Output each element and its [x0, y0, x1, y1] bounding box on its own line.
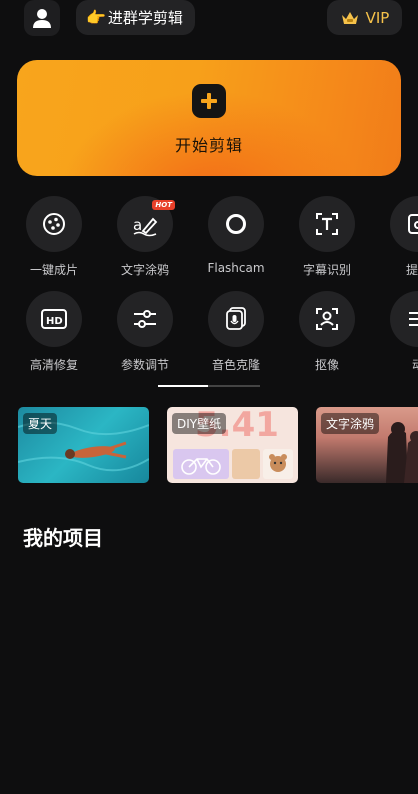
tool-voice-clone[interactable]: 音色克隆 [196, 291, 276, 373]
tool-label: Flashcam [207, 261, 265, 275]
tool-one-click-video[interactable]: 一键成片 [14, 196, 94, 278]
tool-parameter-adjust[interactable]: 参数调节 [105, 291, 185, 373]
banner-tag: 夏天 [23, 413, 58, 434]
sliders-icon [134, 310, 156, 328]
vip-button[interactable]: VIP [327, 0, 402, 35]
avatar[interactable] [24, 0, 60, 36]
tool-hd-restore[interactable]: HD 高清修复 [14, 291, 94, 373]
text-box-icon [316, 213, 338, 235]
tool-label: 抠像 [314, 358, 339, 372]
film-reel-icon [43, 213, 65, 235]
extract-icon [408, 214, 418, 234]
tool-subtitle-recognition[interactable]: 字幕识别 [287, 196, 367, 278]
tool-text-doodle[interactable]: a HOT 文字涂鸦 [105, 196, 185, 278]
wallpaper-bike-tile [173, 449, 229, 479]
banner-text-doodle[interactable]: 文字涂鸦 [316, 407, 418, 483]
text-brush-icon: a [133, 216, 158, 237]
crown-icon [341, 11, 358, 24]
tool-label: 动 [411, 358, 418, 372]
start-editing-card[interactable]: 开始剪辑 [17, 60, 401, 176]
tool-flashcam[interactable]: Flashcam [196, 196, 276, 275]
banner-diy-wallpaper[interactable]: 5.41 DIY壁纸 [167, 407, 298, 483]
user-icon [33, 9, 51, 28]
bicycle-icon [181, 458, 221, 475]
tool-animation[interactable]: 动 [378, 291, 418, 373]
circle-ring-icon [226, 214, 246, 234]
svg-text:HD: HD [46, 316, 63, 327]
voice-clone-icon [226, 307, 246, 330]
join-group-label: 进群学剪辑 [107, 9, 183, 27]
hot-badge: HOT [152, 200, 175, 210]
page-indicator [158, 385, 260, 387]
banner-summer[interactable]: 夏天 [18, 407, 149, 483]
top-bar: 👉 进群学剪辑 VIP [0, 0, 418, 40]
join-group-button[interactable]: 👉 进群学剪辑 [76, 0, 195, 35]
start-editing-label: 开始剪辑 [174, 136, 243, 155]
tool-label: 参数调节 [120, 358, 169, 372]
plus-icon [192, 84, 226, 118]
animation-icon [409, 312, 418, 326]
banner-tag: DIY壁纸 [172, 413, 227, 434]
tool-cutout[interactable]: 抠像 [287, 291, 367, 373]
tool-label: 文字涂鸦 [120, 263, 169, 277]
tool-extract[interactable]: 提取 [378, 196, 418, 278]
svg-text:a: a [133, 216, 142, 234]
pointing-hand-icon: 👉 [86, 8, 106, 27]
my-projects-title: 我的项目 [23, 526, 103, 550]
hd-icon: HD [41, 309, 67, 329]
tool-label: 提取 [405, 263, 418, 277]
banner-tag: 文字涂鸦 [321, 413, 380, 434]
tool-label: 高清修复 [29, 358, 78, 372]
page-indicator-active [158, 385, 208, 387]
tool-label: 音色克隆 [211, 358, 260, 372]
wallpaper-tile [232, 449, 260, 479]
bear-sticker [263, 449, 293, 479]
portrait-cutout-icon [316, 308, 338, 330]
tool-label: 字幕识别 [302, 263, 351, 277]
vip-label: VIP [365, 8, 390, 27]
tool-label: 一键成片 [29, 263, 78, 277]
